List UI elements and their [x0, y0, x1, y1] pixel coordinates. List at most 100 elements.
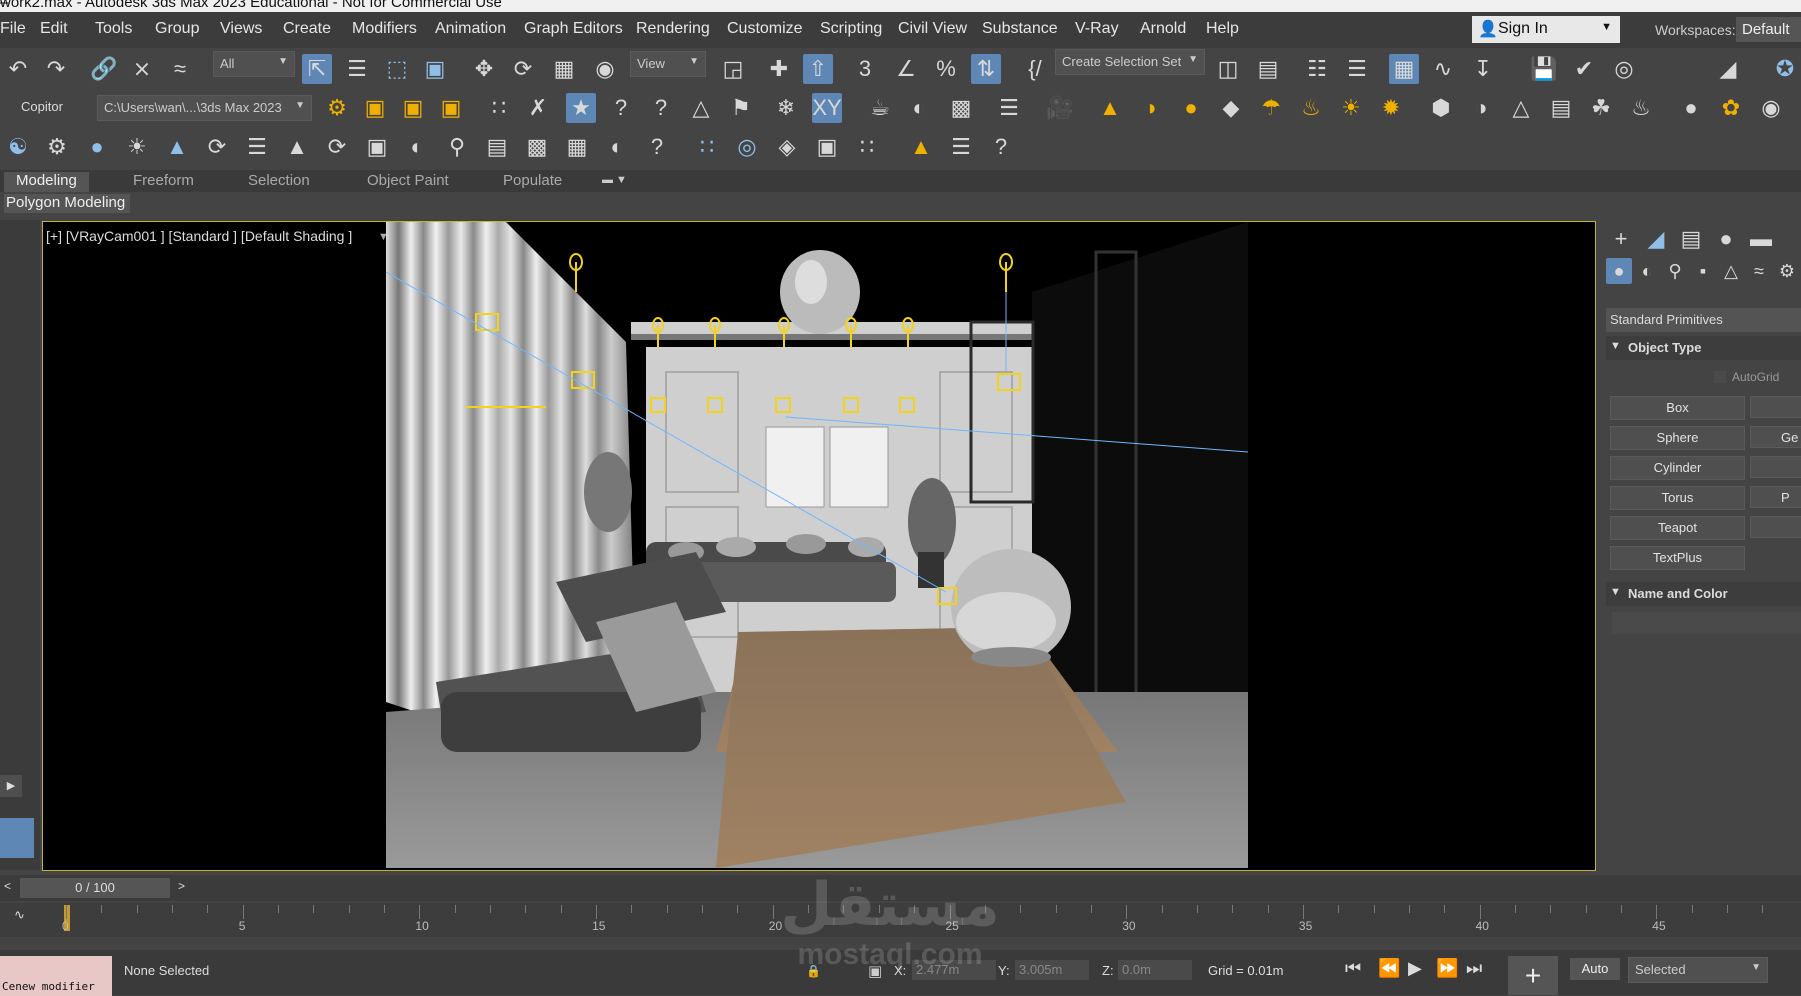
- play-icon[interactable]: ▶: [1408, 958, 1422, 979]
- render-online-icon[interactable]: ✪: [1770, 54, 1800, 84]
- target-icon[interactable]: ◎: [732, 132, 762, 162]
- sky-icon[interactable]: ✹: [1376, 93, 1406, 123]
- next-key-icon[interactable]: ⏩: [1436, 958, 1458, 979]
- box-button[interactable]: Box: [1610, 396, 1745, 420]
- tab-selection[interactable]: Selection: [248, 172, 310, 192]
- autogrid-checkbox[interactable]: [1714, 371, 1726, 383]
- box-texture-icon[interactable]: ▩: [946, 93, 976, 123]
- keyboard-shortcut-override-icon[interactable]: ⇧: [803, 54, 833, 84]
- menu-group[interactable]: Group: [155, 20, 199, 38]
- menu-substance[interactable]: Substance: [982, 20, 1058, 38]
- proxy-icon[interactable]: ⬢: [1426, 93, 1456, 123]
- bowl-icon[interactable]: ◐: [602, 132, 632, 162]
- edit-spline-icon[interactable]: △: [686, 93, 716, 123]
- spinner-snap-icon[interactable]: ⇅: [971, 54, 1001, 84]
- fire-icon[interactable]: ♨: [1626, 93, 1656, 123]
- menu-help[interactable]: Help: [1206, 20, 1239, 38]
- copy-paste-icon[interactable]: ▣: [360, 93, 390, 123]
- forest-help-icon[interactable]: ?: [986, 132, 1016, 162]
- palette-icon[interactable]: ◉: [1756, 93, 1786, 123]
- select-object-icon[interactable]: ⇱: [302, 54, 332, 84]
- xy-plane-icon[interactable]: XY: [812, 93, 842, 123]
- clipper-icon[interactable]: ▤: [1546, 93, 1576, 123]
- geometry-icon[interactable]: ●: [1606, 258, 1632, 284]
- copy-object-icon[interactable]: ▣: [398, 93, 428, 123]
- redo-icon[interactable]: ↷: [41, 54, 71, 84]
- space-warps-icon[interactable]: ≈: [1746, 258, 1772, 284]
- toggle-ribbon-icon[interactable]: ▦: [1389, 54, 1419, 84]
- menu-rendering[interactable]: Rendering: [636, 20, 710, 38]
- project-path-dropdown[interactable]: C:\Users\wan\...\3ds Max 2023 ▼: [97, 95, 312, 121]
- menu-views[interactable]: Views: [220, 20, 262, 38]
- expand-layout-button[interactable]: ▶: [0, 775, 22, 797]
- window-icon[interactable]: ▤: [482, 132, 512, 162]
- pivot-center-icon[interactable]: ◲: [718, 54, 748, 84]
- prev-frame-icon[interactable]: <: [4, 879, 11, 893]
- menu-edit[interactable]: Edit: [40, 20, 68, 38]
- curve-editor-icon[interactable]: ∿: [1428, 54, 1458, 84]
- pine-icon[interactable]: ▲: [282, 132, 312, 162]
- grid-dots-icon[interactable]: ∷: [484, 93, 514, 123]
- sphere-light-icon[interactable]: ●: [1176, 93, 1206, 123]
- gray-sphere-icon[interactable]: ●: [1676, 93, 1706, 123]
- tool-gear-icon[interactable]: ⚙: [322, 93, 352, 123]
- polygon-modeling-panel[interactable]: Polygon Modeling: [4, 194, 130, 213]
- render-setup-icon[interactable]: ✔: [1569, 54, 1599, 84]
- bind-space-warp-icon[interactable]: ≈: [165, 54, 195, 84]
- viewport-label[interactable]: [+] [VRayCam001 ] [Standard ] [Default S…: [46, 228, 352, 244]
- z-coordinate-field[interactable]: 0.0m: [1118, 960, 1192, 980]
- hierarchy-tab-icon[interactable]: ▤: [1676, 224, 1706, 254]
- cameras-icon[interactable]: ▪: [1690, 258, 1716, 284]
- grid-view-icon[interactable]: ▦: [562, 132, 592, 162]
- menu-scripting[interactable]: Scripting: [820, 20, 882, 38]
- snowflake-icon[interactable]: ❄: [771, 93, 801, 123]
- mesh-light-icon[interactable]: ◆: [1216, 93, 1246, 123]
- place-icon[interactable]: ◉: [590, 54, 620, 84]
- curve-editor-mini-icon[interactable]: ∿: [14, 907, 25, 923]
- menu-file[interactable]: File: [0, 20, 26, 38]
- select-by-name-icon[interactable]: ☰: [342, 54, 372, 84]
- sphere-button[interactable]: Sphere: [1610, 426, 1745, 450]
- link-icon[interactable]: 🔗: [89, 54, 119, 84]
- render-icon[interactable]: ◢: [1713, 54, 1743, 84]
- percent-snap-icon[interactable]: %: [931, 54, 961, 84]
- cone-button[interactable]: [1750, 396, 1801, 418]
- material-editor-icon[interactable]: 💾: [1529, 54, 1559, 84]
- frame-buffer-icon[interactable]: ▩: [522, 132, 552, 162]
- rotate-icon[interactable]: ⟳: [508, 54, 538, 84]
- scale-icon[interactable]: ▦: [549, 54, 579, 84]
- key-filter-dropdown[interactable]: Selected ▼: [1628, 957, 1768, 983]
- workspace-dropdown[interactable]: Default: [1736, 17, 1801, 42]
- set-key-button[interactable]: +: [1508, 956, 1558, 995]
- tree-icon[interactable]: ▲: [162, 132, 192, 162]
- flag-icon[interactable]: ⚑: [726, 93, 756, 123]
- tool-wrench-icon[interactable]: ▣: [812, 132, 842, 162]
- forest-list-icon[interactable]: ☰: [946, 132, 976, 162]
- ies-light-icon[interactable]: ☂: [1256, 93, 1286, 123]
- plane-icon[interactable]: △: [1506, 93, 1536, 123]
- menu-graph-editors[interactable]: Graph Editors: [524, 20, 623, 38]
- goto-start-icon[interactable]: ⏮: [1345, 958, 1361, 979]
- tab-populate[interactable]: Populate: [503, 172, 562, 192]
- modify-tab-icon[interactable]: ◢: [1641, 224, 1671, 254]
- question-tool-1-icon[interactable]: ?: [606, 93, 636, 123]
- menu-create[interactable]: Create: [283, 20, 331, 38]
- vray-cam-icon[interactable]: ☯: [3, 132, 33, 162]
- pyramid-button[interactable]: P: [1750, 486, 1801, 508]
- tube-button[interactable]: [1750, 456, 1801, 478]
- next-frame-icon[interactable]: >: [178, 879, 185, 893]
- tab-freeform[interactable]: Freeform: [133, 172, 194, 192]
- multi-material-icon[interactable]: ✿: [1716, 93, 1746, 123]
- goto-end-icon[interactable]: ⏭: [1466, 958, 1482, 979]
- swirl-icon[interactable]: ⟳: [322, 132, 352, 162]
- spot-light-icon[interactable]: ▲: [1095, 93, 1125, 123]
- selection-filter-dropdown[interactable]: All ▼: [213, 51, 295, 77]
- viewport-layout-thumbnail[interactable]: [0, 818, 34, 858]
- name-color-rollout[interactable]: ▼ Name and Color: [1606, 582, 1801, 606]
- sphere-ao-icon[interactable]: ◐: [402, 132, 432, 162]
- list-view-icon[interactable]: ☰: [242, 132, 272, 162]
- forest-icon[interactable]: ▲: [906, 132, 936, 162]
- window-crossing-icon[interactable]: ▣: [420, 54, 450, 84]
- sun-icon[interactable]: ☀: [1336, 93, 1366, 123]
- paste-object-icon[interactable]: ▣: [436, 93, 466, 123]
